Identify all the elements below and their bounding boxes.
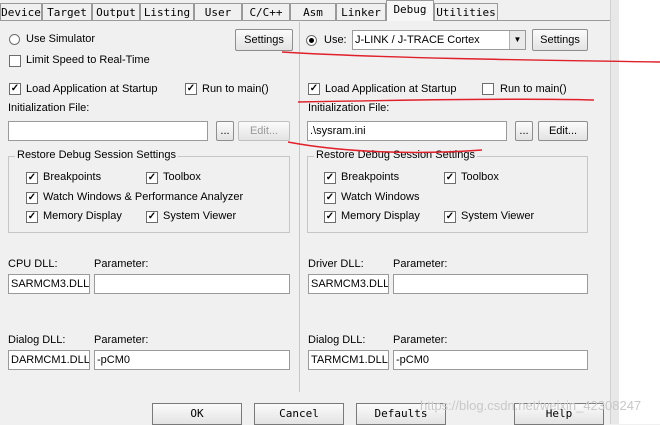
left-browse-button[interactable]: ... <box>216 121 234 141</box>
left-watch-checkbox[interactable]: ✓ <box>26 192 38 204</box>
use-debugger-label: Use: <box>324 34 347 46</box>
tab-cpp[interactable]: C/C++ <box>242 3 290 20</box>
left-restore-group-title: Restore Debug Session Settings <box>15 149 178 161</box>
right-browse-button[interactable]: ... <box>515 121 533 141</box>
vertical-scrollbar[interactable] <box>610 0 619 424</box>
cpu-param-label: Parameter: <box>94 258 149 270</box>
right-breakpoints-label: Breakpoints <box>341 171 400 183</box>
use-simulator-radio[interactable] <box>9 34 20 45</box>
chevron-down-icon[interactable]: ▼ <box>509 31 525 49</box>
left-toolbox-label: Toolbox <box>163 171 201 183</box>
debugger-select[interactable]: J-LINK / J-TRACE Cortex ▼ <box>352 30 526 50</box>
use-debugger-radio[interactable] <box>306 35 317 46</box>
right-sysviewer-checkbox[interactable]: ✓ <box>444 211 456 223</box>
left-breakpoints-checkbox[interactable]: ✓ <box>26 172 38 184</box>
ok-button[interactable]: OK <box>152 403 242 425</box>
debugger-select-value: J-LINK / J-TRACE Cortex <box>355 34 480 46</box>
right-restore-group-title: Restore Debug Session Settings <box>314 149 477 161</box>
tab-target[interactable]: Target <box>42 3 92 20</box>
annotation-stroke-settings <box>281 51 660 63</box>
right-edit-button[interactable]: Edit... <box>538 121 588 141</box>
left-dialog-dll-label: Dialog DLL: <box>8 334 66 346</box>
tab-asm[interactable]: Asm <box>290 3 336 20</box>
tab-linker[interactable]: Linker <box>336 3 386 20</box>
tab-utilities[interactable]: Utilities <box>434 3 498 20</box>
tab-device[interactable]: Device <box>0 3 42 20</box>
right-init-file-input[interactable]: .\sysram.ini <box>307 121 507 141</box>
right-dialog-param-input[interactable]: -pCM0 <box>393 350 588 370</box>
left-load-app-label: Load Application at Startup <box>26 83 158 95</box>
tab-underline <box>0 20 610 21</box>
left-sysviewer-label: System Viewer <box>163 210 237 222</box>
right-dialog-dll-input[interactable]: TARMCM1.DLL <box>308 350 389 370</box>
left-run-to-main-label: Run to main() <box>202 83 269 95</box>
left-dialog-dll-input[interactable]: DARMCM1.DLL <box>8 350 90 370</box>
left-breakpoints-label: Breakpoints <box>43 171 102 183</box>
watermark: https://blog.csdn.net/weixin_42308247 <box>420 398 642 413</box>
left-init-file-label: Initialization File: <box>8 102 90 114</box>
cpu-dll-input[interactable]: SARMCM3.DLL <box>8 274 90 294</box>
driver-dll-label: Driver DLL: <box>308 258 364 270</box>
left-sysviewer-checkbox[interactable]: ✓ <box>146 211 158 223</box>
right-toolbox-checkbox[interactable]: ✓ <box>444 172 456 184</box>
right-memory-checkbox[interactable]: ✓ <box>324 211 336 223</box>
driver-param-input[interactable] <box>393 274 588 294</box>
right-run-to-main-checkbox[interactable] <box>482 83 494 95</box>
left-memory-checkbox[interactable]: ✓ <box>26 211 38 223</box>
left-memory-label: Memory Display <box>43 210 122 222</box>
right-load-app-label: Load Application at Startup <box>325 83 457 95</box>
left-toolbox-checkbox[interactable]: ✓ <box>146 172 158 184</box>
right-run-to-main-label: Run to main() <box>500 83 567 95</box>
left-dialog-param-label: Parameter: <box>94 334 149 346</box>
right-dialog-param-label: Parameter: <box>393 334 448 346</box>
right-breakpoints-checkbox[interactable]: ✓ <box>324 172 336 184</box>
cpu-param-input[interactable] <box>94 274 290 294</box>
tab-listing[interactable]: Listing <box>140 3 194 20</box>
cancel-button[interactable]: Cancel <box>254 403 344 425</box>
left-run-to-main-checkbox[interactable]: ✓ <box>185 83 197 95</box>
right-memory-label: Memory Display <box>341 210 420 222</box>
right-toolbox-label: Toolbox <box>461 171 499 183</box>
tab-user[interactable]: User <box>194 3 242 20</box>
use-simulator-label: Use Simulator <box>26 33 96 45</box>
column-divider <box>299 22 300 392</box>
left-dialog-param-input[interactable]: -pCM0 <box>94 350 290 370</box>
right-watch-checkbox[interactable]: ✓ <box>324 192 336 204</box>
cpu-dll-label: CPU DLL: <box>8 258 58 270</box>
left-edit-button[interactable]: Edit... <box>238 121 290 141</box>
tab-debug[interactable]: Debug <box>386 0 434 21</box>
right-dialog-dll-label: Dialog DLL: <box>308 334 366 346</box>
left-watch-label: Watch Windows & Performance Analyzer <box>43 191 244 203</box>
driver-dll-input[interactable]: SARMCM3.DLL <box>308 274 389 294</box>
right-load-app-checkbox[interactable]: ✓ <box>308 83 320 95</box>
left-init-file-input[interactable] <box>8 121 208 141</box>
left-load-app-checkbox[interactable]: ✓ <box>9 83 21 95</box>
driver-param-label: Parameter: <box>393 258 448 270</box>
limit-speed-label: Limit Speed to Real-Time <box>26 54 150 66</box>
right-sysviewer-label: System Viewer <box>461 210 535 222</box>
right-init-file-label: Initialization File: <box>308 102 390 114</box>
debugger-settings-button[interactable]: Settings <box>532 29 588 51</box>
simulator-settings-button[interactable]: Settings <box>235 29 293 51</box>
right-watch-label: Watch Windows <box>341 191 420 203</box>
limit-speed-checkbox[interactable] <box>9 55 21 67</box>
tab-output[interactable]: Output <box>92 3 140 20</box>
